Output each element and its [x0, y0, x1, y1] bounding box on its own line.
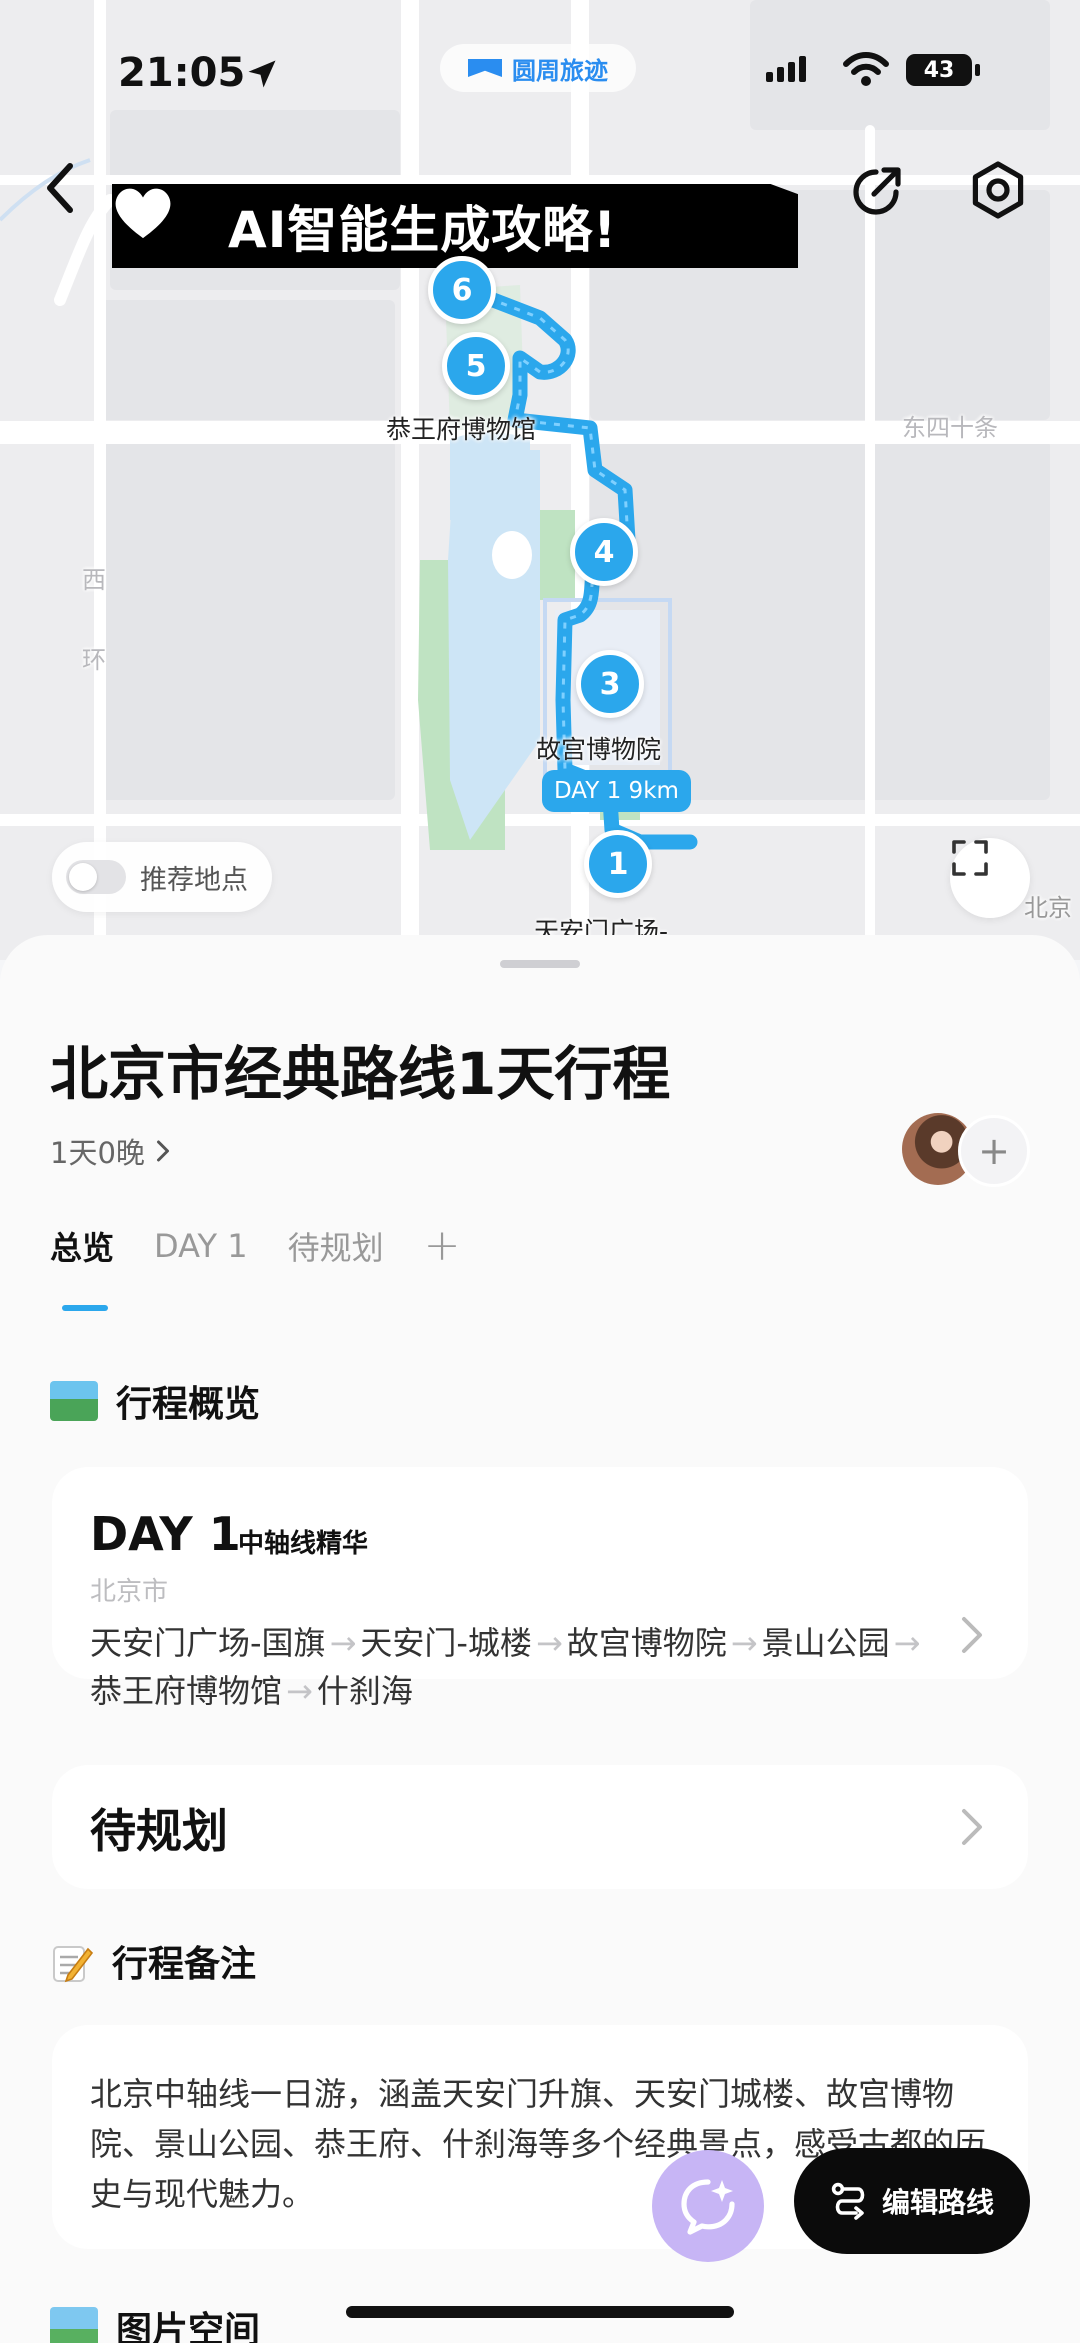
map-label-street: 东四十条	[902, 414, 998, 442]
map-view[interactable]: 21:05 圆周旅迹 43 AI智能生成攻略! 6 5 4 3 1 恭王府博物馆…	[0, 0, 1080, 960]
chevron-right-icon	[962, 1809, 982, 1845]
memo-icon	[50, 1941, 94, 1983]
route-arrow-icon: →	[329, 1624, 357, 1662]
day-card-theme: 中轴线精华	[238, 1529, 369, 1559]
route-stop: 景山公园	[761, 1624, 890, 1662]
banner-text: AI智能生成攻略!	[228, 201, 618, 259]
route-pin-3[interactable]: 3	[576, 650, 644, 718]
distance-badge: DAY 1 9km	[542, 770, 691, 812]
day-card[interactable]: DAY 1 中轴线精华 北京市 天安门广场-国旗 → 天安门-城楼 → 故宫博物院 → 景山…	[52, 1467, 1028, 1710]
overview-heading-text: 行程概览	[116, 1384, 261, 1425]
gear-icon	[972, 161, 1024, 219]
tab-overview[interactable]: 总览	[50, 1223, 114, 1269]
route-icon	[831, 2182, 865, 2220]
map-label-west2: 环	[82, 646, 106, 674]
share-icon	[853, 167, 901, 215]
notes-heading-text: 行程备注	[112, 1944, 257, 1985]
add-member-button[interactable]: +	[958, 1115, 1030, 1187]
trip-title: 北京市经典路线1天行程	[50, 1040, 671, 1108]
route-pin-4[interactable]: 4	[570, 518, 638, 586]
location-arrow-icon	[248, 60, 276, 88]
edit-route-button[interactable]: 编辑路线	[794, 2148, 1030, 2254]
route-arrow-icon: →	[730, 1624, 758, 1662]
route-stop: 天安门广场-国旗	[90, 1624, 326, 1662]
chevron-right-icon	[962, 1617, 982, 1653]
route-arrow-icon: →	[286, 1672, 313, 1710]
route-stop: 恭王府博物馆	[90, 1672, 283, 1710]
plus-icon: +	[978, 1129, 1010, 1173]
status-app-name: 圆周旅迹	[512, 56, 608, 85]
heart-icon	[115, 188, 198, 261]
wifi-icon	[843, 52, 889, 86]
recommend-places-toggle[interactable]: 推荐地点	[52, 842, 272, 912]
recommend-label: 推荐地点	[140, 864, 248, 896]
battery-indicator: 43	[906, 54, 980, 86]
status-time: 21:05	[118, 50, 246, 96]
trip-sheet[interactable]: 北京市经典路线1天行程 1天0晚 + 总览 DAY 1 待规划 + 行程概览 D…	[0, 935, 1080, 2343]
add-tab-button[interactable]: +	[424, 1224, 461, 1268]
chevron-left-icon	[47, 163, 73, 213]
signal-icon	[766, 56, 806, 82]
chevron-right-icon	[156, 1140, 169, 1162]
ai-chat-icon	[681, 2179, 735, 2235]
gallery-heading: 图片空间	[50, 2301, 260, 2343]
route-stop: 天安门-城楼	[360, 1624, 532, 1662]
active-tab-indicator	[62, 1305, 108, 1311]
sheet-drag-handle[interactable]	[500, 960, 580, 968]
route-stop: 什刹海	[316, 1672, 413, 1710]
ai-assistant-button[interactable]	[652, 2150, 764, 2262]
settings-button[interactable]	[968, 160, 1032, 224]
map-canvas	[0, 0, 1080, 960]
fullscreen-button[interactable]	[950, 838, 1030, 918]
map-label-prince-gong[interactable]: 恭王府博物馆	[386, 410, 536, 446]
status-app-pill[interactable]: 圆周旅迹	[440, 44, 636, 92]
tab-pending[interactable]: 待规划	[288, 1223, 384, 1269]
app-logo-icon	[468, 59, 502, 77]
route-pin-1[interactable]: 1	[584, 830, 652, 898]
day-card-route: 天安门广场-国旗 → 天安门-城楼 → 故宫博物院 → 景山公园 →恭王府博物馆 → 什刹海	[90, 1619, 940, 1715]
route-arrow-icon: →	[535, 1624, 563, 1662]
trip-duration-link[interactable]: 1天0晚	[50, 1130, 171, 1172]
route-pin-5[interactable]: 5	[442, 332, 510, 400]
pending-label: 待规划	[90, 1804, 228, 1858]
map-label-palace-museum[interactable]: 故宫博物院	[536, 730, 661, 766]
home-indicator	[346, 2306, 734, 2318]
route-stop: 故宫博物院	[566, 1624, 727, 1662]
share-button[interactable]	[848, 160, 908, 220]
tab-day1[interactable]: DAY 1	[154, 1227, 248, 1265]
day-card-day: DAY 1	[90, 1507, 241, 1561]
map-label-beijing-edge: 北京	[1024, 894, 1072, 922]
map-picture-icon	[50, 1381, 98, 1421]
overview-heading: 行程概览	[50, 1375, 260, 1427]
notes-heading: 行程备注	[50, 1935, 256, 1987]
fullscreen-icon	[952, 840, 988, 876]
picture-icon	[50, 2307, 98, 2343]
trip-tabs: 总览 DAY 1 待规划 +	[50, 1223, 460, 1269]
ai-guide-banner[interactable]: AI智能生成攻略!	[112, 184, 798, 268]
gallery-heading-text: 图片空间	[116, 2310, 261, 2343]
route-pin-6[interactable]: 6	[428, 256, 496, 324]
pending-card[interactable]: 待规划	[52, 1765, 1028, 1889]
route-arrow-icon: →	[893, 1624, 921, 1662]
edit-route-label: 编辑路线	[881, 2186, 994, 2219]
trip-duration-text: 1天0晚	[50, 1136, 145, 1170]
day-card-city: 北京市	[90, 1577, 169, 1607]
map-label-west: 西	[82, 566, 106, 594]
back-button[interactable]	[40, 160, 100, 220]
toggle-switch[interactable]	[66, 860, 126, 894]
